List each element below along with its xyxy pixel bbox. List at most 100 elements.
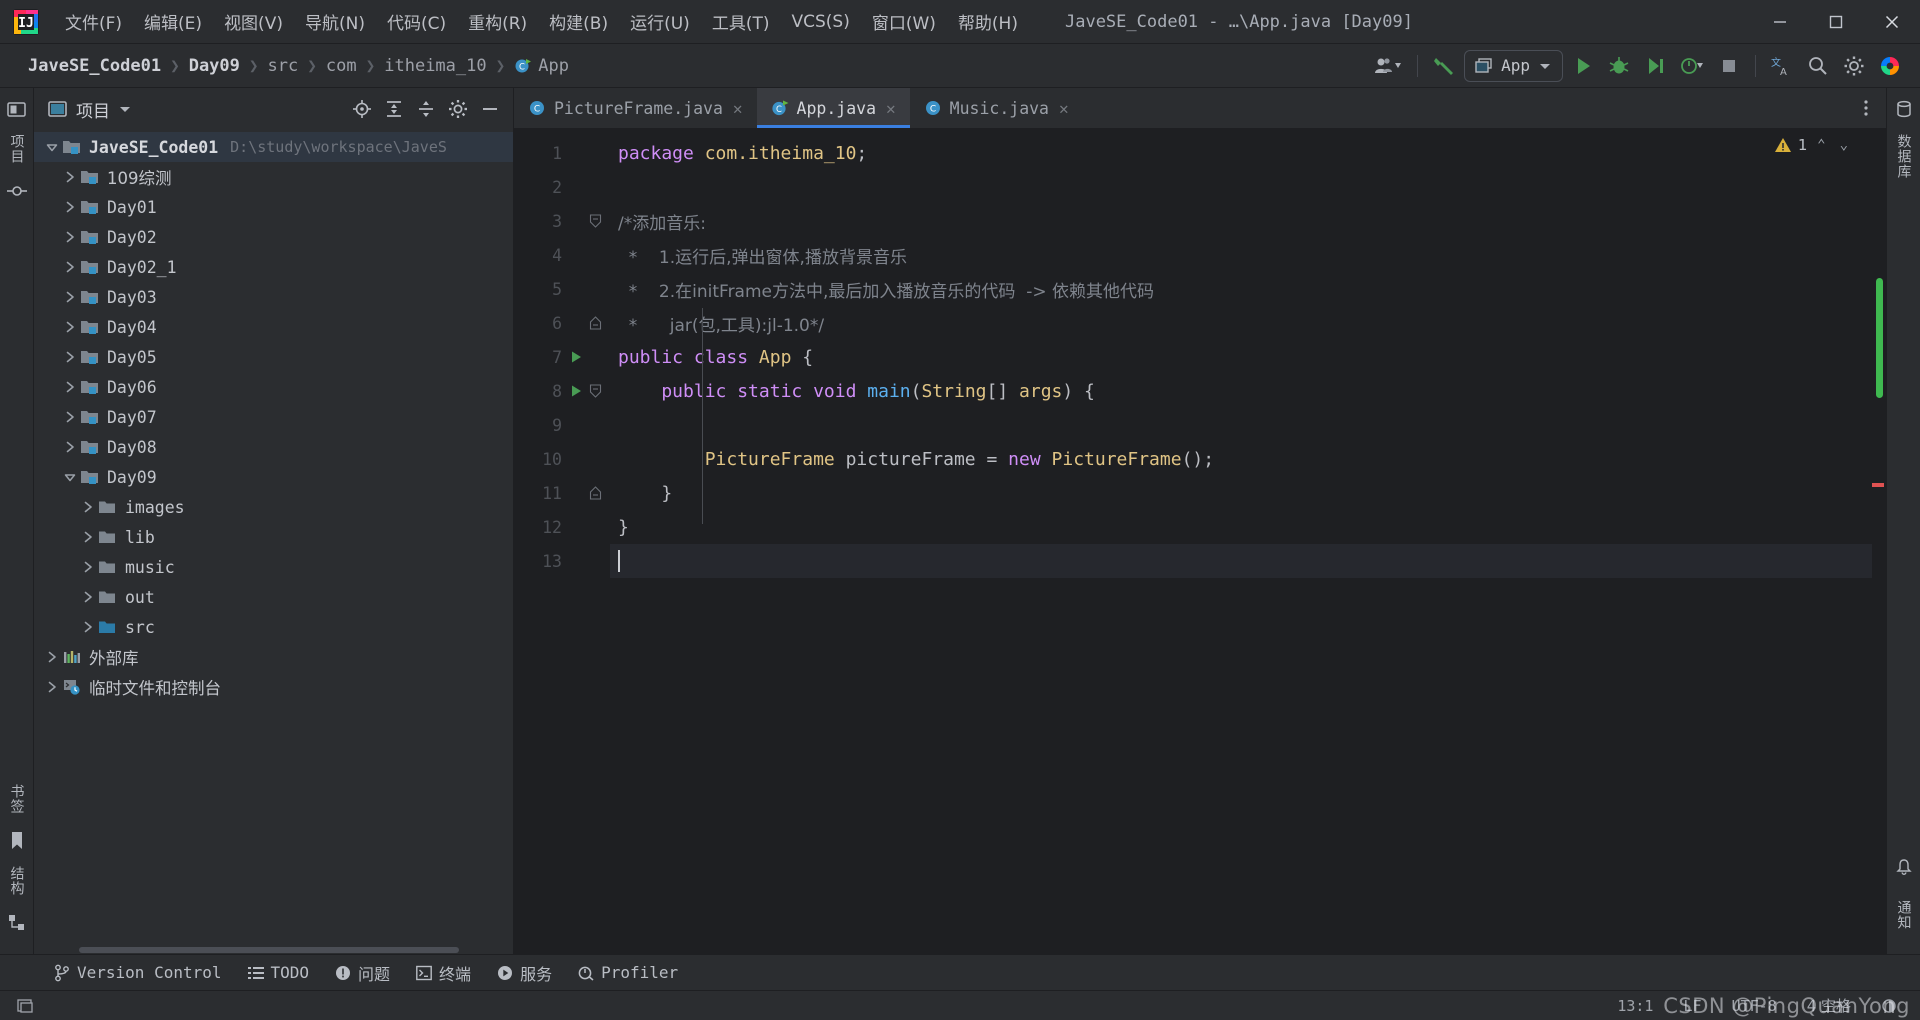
gutter-line-3[interactable]: 3: [514, 204, 610, 238]
ide-assistant-icon[interactable]: [1874, 50, 1906, 82]
gutter-line-13[interactable]: 13: [514, 544, 610, 578]
run-with-coverage-button[interactable]: [1639, 50, 1671, 82]
chevron-right-icon[interactable]: [78, 621, 98, 633]
chevron-right-icon[interactable]: [60, 321, 80, 333]
tree-node--[interactable]: 外部库: [34, 642, 513, 672]
menu-vcs[interactable]: VCS(S): [780, 7, 860, 37]
stop-button[interactable]: [1713, 50, 1745, 82]
commit-rail-icon[interactable]: [4, 178, 30, 204]
menu-file[interactable]: 文件(F): [54, 4, 133, 39]
close-icon[interactable]: ✕: [886, 99, 896, 118]
tab-pictureframe-java[interactable]: C PictureFrame.java ✕: [514, 88, 757, 128]
error-stripe-marker[interactable]: [1872, 483, 1884, 487]
breadcrumb-class[interactable]: C App: [508, 53, 575, 79]
structure-icon[interactable]: [4, 910, 30, 936]
hide-panel-icon[interactable]: [475, 94, 505, 124]
fold-toggle-icon[interactable]: [586, 316, 604, 330]
translate-icon[interactable]: 文A: [1766, 50, 1798, 82]
chevron-right-icon[interactable]: [60, 351, 80, 363]
toolwindow-terminal[interactable]: 终端: [406, 957, 481, 989]
run-configuration-selector[interactable]: App: [1464, 49, 1563, 82]
chevron-right-icon[interactable]: [42, 681, 62, 693]
tab-app-java[interactable]: C App.java ✕: [756, 88, 910, 128]
previous-problem-icon[interactable]: ⌃: [1813, 137, 1829, 153]
tree-node-day02[interactable]: Day02: [34, 222, 513, 252]
gutter-line-9[interactable]: 9: [514, 408, 610, 442]
inspection-mode-icon[interactable]: [1876, 996, 1902, 1016]
gutter-line-8[interactable]: 8: [514, 374, 610, 408]
menu-window[interactable]: 窗口(W): [861, 4, 947, 39]
code-editor[interactable]: 1 2 3 4 5 6 7 8 9 10 11 12 13 package com.itheima_10…: [514, 128, 1886, 954]
gutter-line-4[interactable]: 4: [514, 238, 610, 272]
code-line-11[interactable]: }: [610, 476, 1872, 510]
tree-node-music[interactable]: music: [34, 552, 513, 582]
gutter-line-11[interactable]: 11: [514, 476, 610, 510]
caret-position[interactable]: 13:1: [1612, 995, 1658, 1017]
collapse-all-icon[interactable]: [411, 94, 441, 124]
code-line-13[interactable]: [610, 544, 1872, 578]
breadcrumb-project[interactable]: JaveSE_Code01: [22, 53, 167, 79]
gutter-line-2[interactable]: 2: [514, 170, 610, 204]
breadcrumb-com[interactable]: com: [320, 53, 363, 79]
profiler-button[interactable]: [1675, 50, 1709, 82]
project-view-selector[interactable]: 项目: [42, 93, 138, 126]
rail-database-label[interactable]: 数据库: [1892, 130, 1916, 183]
chevron-right-icon[interactable]: [60, 441, 80, 453]
maximize-button[interactable]: [1808, 0, 1864, 44]
code-line-2[interactable]: [610, 170, 1872, 204]
gutter-line-10[interactable]: 10: [514, 442, 610, 476]
code-text-area[interactable]: package com.itheima_10; /*添加音乐: * 1.运行后,弹…: [610, 128, 1872, 954]
run-button[interactable]: [1567, 50, 1599, 82]
code-line-7[interactable]: public class App {: [610, 340, 1872, 374]
gutter-line-12[interactable]: 12: [514, 510, 610, 544]
chevron-right-icon[interactable]: [78, 561, 98, 573]
gear-icon[interactable]: [1838, 50, 1870, 82]
close-icon[interactable]: ✕: [1059, 99, 1069, 118]
breadcrumb-package[interactable]: itheima_10: [378, 53, 492, 79]
file-encoding[interactable]: UTF-8: [1727, 995, 1782, 1017]
tree-node-109-[interactable]: 109综测: [34, 162, 513, 192]
editor-gutter[interactable]: 1 2 3 4 5 6 7 8 9 10 11 12 13: [514, 128, 610, 954]
chevron-right-icon[interactable]: [60, 411, 80, 423]
toolwindow-version-control[interactable]: Version Control: [44, 959, 232, 986]
account-button[interactable]: [1369, 50, 1407, 82]
chevron-right-icon[interactable]: [78, 591, 98, 603]
gutter-line-5[interactable]: 5: [514, 272, 610, 306]
chevron-right-icon[interactable]: [60, 171, 80, 183]
indent-setting[interactable]: 4 空格: [1802, 993, 1856, 1018]
project-rail-icon[interactable]: [4, 96, 30, 122]
toolwindow-profiler[interactable]: Profiler: [568, 959, 688, 986]
notifications-bell-icon[interactable]: [1891, 854, 1917, 880]
close-icon[interactable]: ✕: [733, 99, 743, 118]
toolwindow-services[interactable]: 服务: [487, 957, 562, 989]
menu-navigate[interactable]: 导航(N): [294, 4, 376, 39]
build-hammer-icon[interactable]: [1428, 50, 1460, 82]
toolwindow-problems[interactable]: 问题: [325, 957, 400, 989]
tree-node-day07[interactable]: Day07: [34, 402, 513, 432]
tree-node-day01[interactable]: Day01: [34, 192, 513, 222]
chevron-right-icon[interactable]: [60, 201, 80, 213]
chevron-right-icon[interactable]: [78, 531, 98, 543]
code-line-9[interactable]: [610, 408, 1872, 442]
project-tree[interactable]: JaveSE_Code01 D:\study\workspace\JaveS 109…: [34, 130, 513, 945]
inspection-widget[interactable]: 1 ⌃ ⌄: [1774, 136, 1852, 154]
chevron-right-icon[interactable]: [60, 231, 80, 243]
chevron-right-icon[interactable]: [78, 501, 98, 513]
scrollbar-thumb[interactable]: [1876, 278, 1883, 398]
bookmark-icon[interactable]: [4, 828, 30, 854]
rail-bookmarks-label[interactable]: 书签: [5, 780, 29, 818]
chevron-right-icon[interactable]: [60, 261, 80, 273]
select-opened-file-icon[interactable]: [347, 94, 377, 124]
tree-node-src[interactable]: src: [34, 612, 513, 642]
code-line-6[interactable]: * jar(包,工具):jl-1.0*/: [610, 306, 1872, 340]
expand-all-icon[interactable]: [379, 94, 409, 124]
gutter-line-1[interactable]: 1: [514, 136, 610, 170]
menu-refactor[interactable]: 重构(R): [457, 4, 538, 39]
chevron-right-icon[interactable]: [60, 291, 80, 303]
tree-node-images[interactable]: images: [34, 492, 513, 522]
run-gutter-icon[interactable]: [566, 350, 586, 364]
gutter-line-6[interactable]: 6: [514, 306, 610, 340]
code-line-8[interactable]: public static void main(String[] args) {: [610, 374, 1872, 408]
fold-toggle-icon[interactable]: [586, 384, 604, 398]
menu-run[interactable]: 运行(U): [619, 4, 701, 39]
